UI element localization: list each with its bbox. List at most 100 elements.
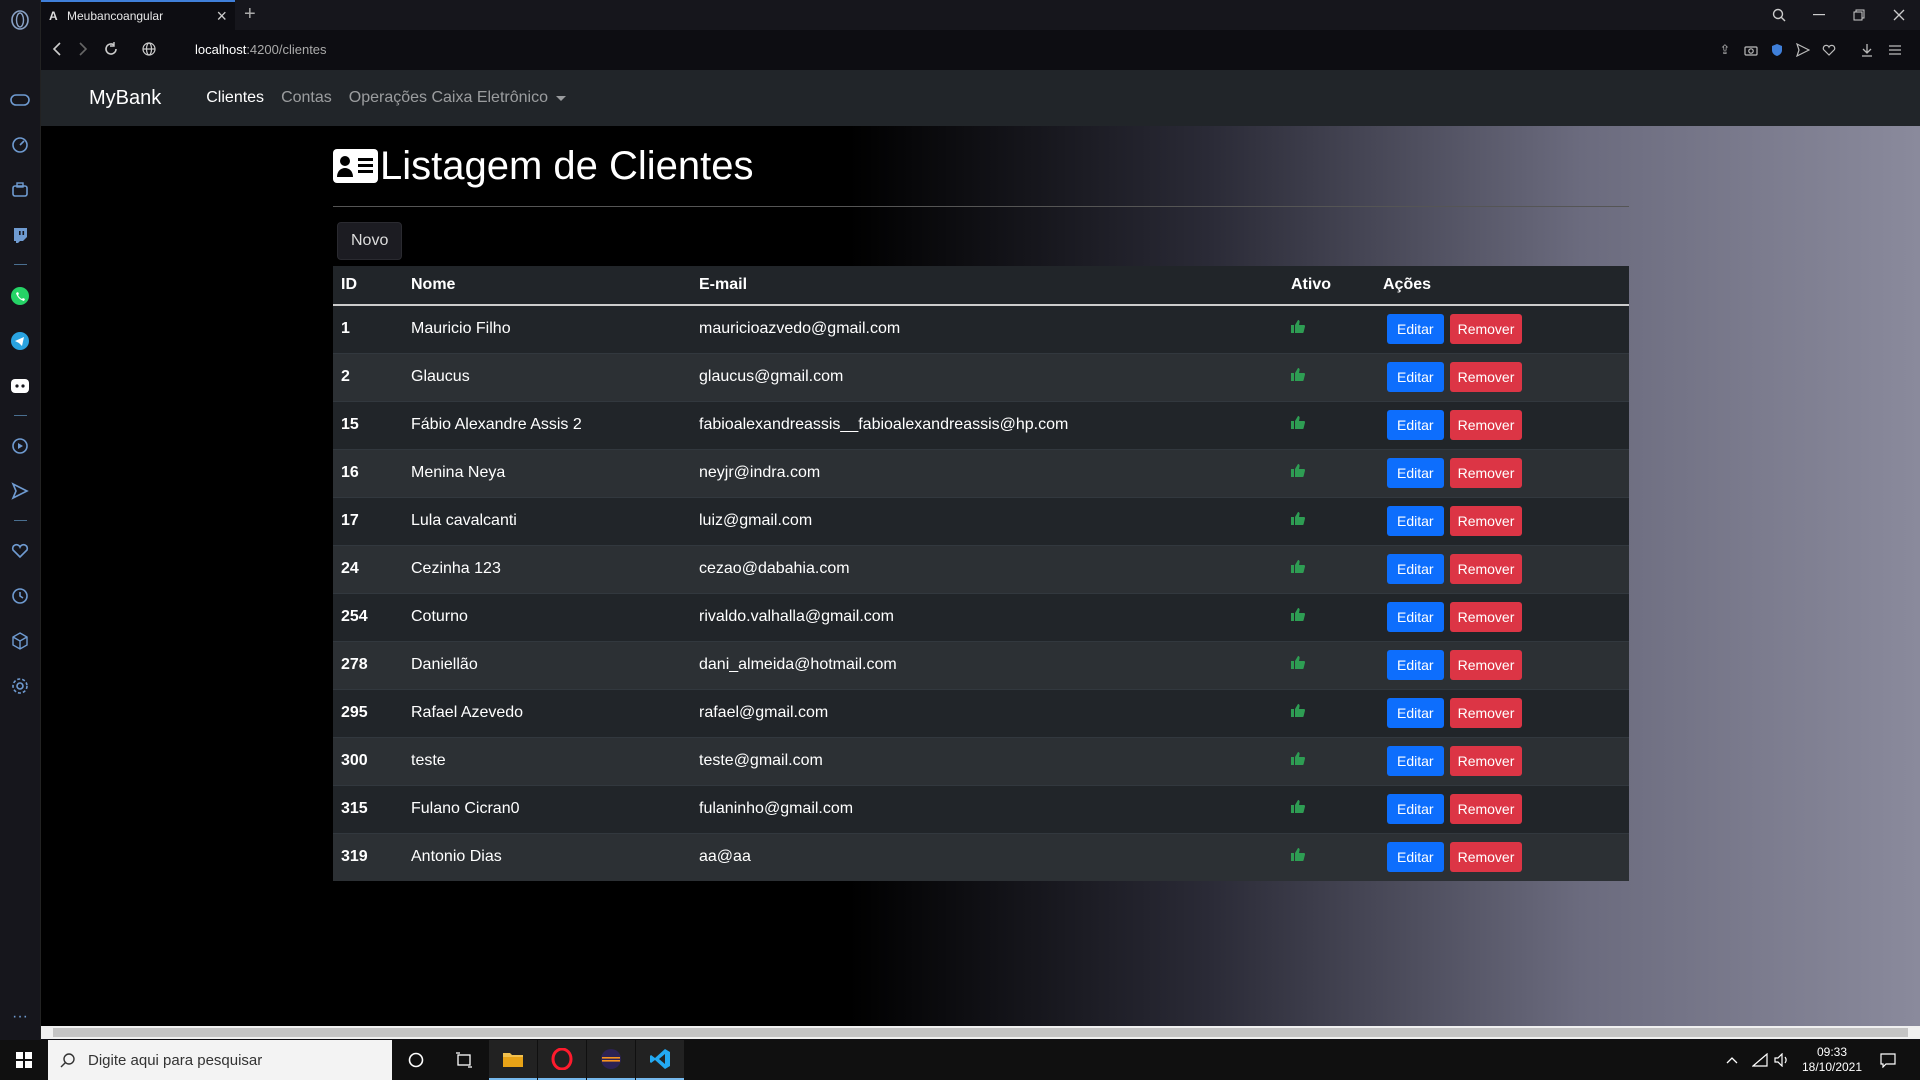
eclipse-icon[interactable] <box>587 1040 635 1080</box>
whatsapp-icon[interactable] <box>9 285 31 307</box>
cell-acoes: Editar Remover <box>1375 592 1629 641</box>
remove-button[interactable]: Remover <box>1449 362 1523 392</box>
edit-button[interactable]: Editar <box>1387 842 1444 873</box>
camera-icon[interactable] <box>1742 41 1760 59</box>
player-icon[interactable] <box>9 435 31 457</box>
more-icon[interactable]: ··· <box>9 1006 31 1028</box>
angular-favicon-icon: A <box>49 9 58 23</box>
cell-ativo <box>1283 352 1375 401</box>
header-acoes: Ações <box>1375 266 1629 306</box>
share-icon[interactable]: ⇪ <box>1716 41 1734 59</box>
header-ativo: Ativo <box>1283 266 1375 306</box>
brand-logo[interactable]: MyBank <box>89 87 161 110</box>
network-icon[interactable] <box>1752 1040 1768 1080</box>
search-icon <box>60 1053 75 1068</box>
close-window-icon[interactable] <box>1879 0 1919 30</box>
file-explorer-icon[interactable] <box>489 1040 537 1080</box>
remove-button[interactable]: Remover <box>1449 842 1523 873</box>
heart-icon[interactable] <box>1820 41 1838 59</box>
edit-button[interactable]: Editar <box>1387 362 1444 392</box>
cell-id: 278 <box>333 640 403 689</box>
thumbs-up-icon <box>1291 800 1305 813</box>
remove-button[interactable]: Remover <box>1449 314 1523 345</box>
remove-button[interactable]: Remover <box>1449 602 1523 632</box>
volume-icon[interactable] <box>1774 1040 1790 1080</box>
edit-button[interactable]: Editar <box>1387 650 1444 680</box>
remove-button[interactable]: Remover <box>1449 506 1523 536</box>
edit-button[interactable]: Editar <box>1387 314 1444 345</box>
windows-start-icon[interactable] <box>0 1040 48 1080</box>
telegram-icon[interactable] <box>9 330 31 352</box>
discord-icon[interactable] <box>9 375 31 397</box>
cell-id: 319 <box>333 832 403 881</box>
nav-link-clientes[interactable]: Clientes <box>206 89 264 107</box>
minimize-icon[interactable] <box>1799 0 1839 30</box>
thumbs-up-icon <box>1291 560 1305 573</box>
forward-icon[interactable] <box>73 39 93 59</box>
remove-button[interactable]: Remover <box>1449 746 1523 776</box>
remove-button[interactable]: Remover <box>1449 794 1523 824</box>
edit-button[interactable]: Editar <box>1387 698 1444 728</box>
page-viewport: MyBank Clientes Contas Operações Caixa E… <box>41 70 1920 1026</box>
back-icon[interactable] <box>47 39 67 59</box>
globe-icon[interactable] <box>139 39 159 59</box>
send-icon[interactable] <box>1794 41 1812 59</box>
reload-icon[interactable] <box>101 39 121 59</box>
edit-button[interactable]: Editar <box>1387 746 1444 776</box>
new-client-button[interactable]: Novo <box>337 222 403 260</box>
table-row: 295 Rafael Azevedo rafael@gmail.com Editar R… <box>333 688 1629 737</box>
gamepad-icon[interactable] <box>9 89 31 111</box>
table-row: 2 Glaucus glaucus@gmail.com Editar Remover <box>333 352 1629 401</box>
taskbar-search-input[interactable]: Digite aqui para pesquisar <box>48 1040 392 1080</box>
notifications-icon[interactable] <box>1880 1040 1896 1080</box>
new-tab-icon[interactable]: + <box>244 3 256 26</box>
opera-browser-icon[interactable] <box>538 1040 586 1080</box>
heart-icon[interactable] <box>9 540 31 562</box>
cell-email: dani_almeida@hotmail.com <box>691 640 1283 689</box>
remove-button[interactable]: Remover <box>1449 554 1523 584</box>
task-view-icon[interactable] <box>440 1040 488 1080</box>
edit-button[interactable]: Editar <box>1387 794 1444 824</box>
cell-acoes: Editar Remover <box>1375 496 1629 545</box>
edit-button[interactable]: Editar <box>1387 554 1444 584</box>
opera-menu-icon[interactable] <box>9 9 31 31</box>
edit-button[interactable]: Editar <box>1387 602 1444 632</box>
close-tab-icon[interactable]: × <box>216 6 227 27</box>
scrollbar-thumb[interactable] <box>53 1028 1908 1037</box>
twitch-icon[interactable] <box>9 224 31 246</box>
cell-id: 1 <box>333 304 403 353</box>
taskbar-clock[interactable]: 09:33 18/10/2021 <box>1800 1045 1864 1075</box>
thumbs-up-icon <box>1291 656 1305 669</box>
cortana-icon[interactable] <box>392 1040 440 1080</box>
remove-button[interactable]: Remover <box>1449 650 1523 680</box>
vpn-shield-icon[interactable] <box>1768 41 1786 59</box>
speed-dial-icon[interactable] <box>9 134 31 156</box>
url-field[interactable]: localhost:4200/clientes <box>195 42 327 57</box>
cube-icon[interactable] <box>9 630 31 652</box>
restore-icon[interactable] <box>1839 0 1879 30</box>
edit-button[interactable]: Editar <box>1387 458 1444 488</box>
remove-button[interactable]: Remover <box>1449 410 1523 440</box>
remove-button[interactable]: Remover <box>1449 458 1523 488</box>
tray-chevron-icon[interactable] <box>1726 1040 1738 1080</box>
briefcase-icon[interactable] <box>9 179 31 201</box>
easy-setup-icon[interactable] <box>1886 41 1904 59</box>
nav-dropdown-operacoes[interactable]: Operações Caixa Eletrônico <box>349 89 566 107</box>
edit-button[interactable]: Editar <box>1387 506 1444 536</box>
download-icon[interactable] <box>1858 41 1876 59</box>
send-icon[interactable] <box>9 480 31 502</box>
edit-button[interactable]: Editar <box>1387 410 1444 440</box>
browser-tab[interactable]: A Meubancoangular × <box>41 0 235 30</box>
thumbs-up-icon <box>1291 464 1305 477</box>
table-row: 16 Menina Neya neyjr@indra.com Editar Remove… <box>333 448 1629 497</box>
nav-link-contas[interactable]: Contas <box>281 89 332 107</box>
cell-ativo <box>1283 544 1375 593</box>
history-icon[interactable] <box>9 585 31 607</box>
settings-icon[interactable] <box>9 675 31 697</box>
remove-button[interactable]: Remover <box>1449 698 1523 728</box>
tab-strip: A Meubancoangular × + <box>41 0 1920 30</box>
horizontal-scrollbar[interactable] <box>41 1026 1920 1039</box>
cell-id: 300 <box>333 736 403 785</box>
search-tabs-icon[interactable] <box>1759 0 1799 30</box>
vscode-icon[interactable] <box>636 1040 684 1080</box>
